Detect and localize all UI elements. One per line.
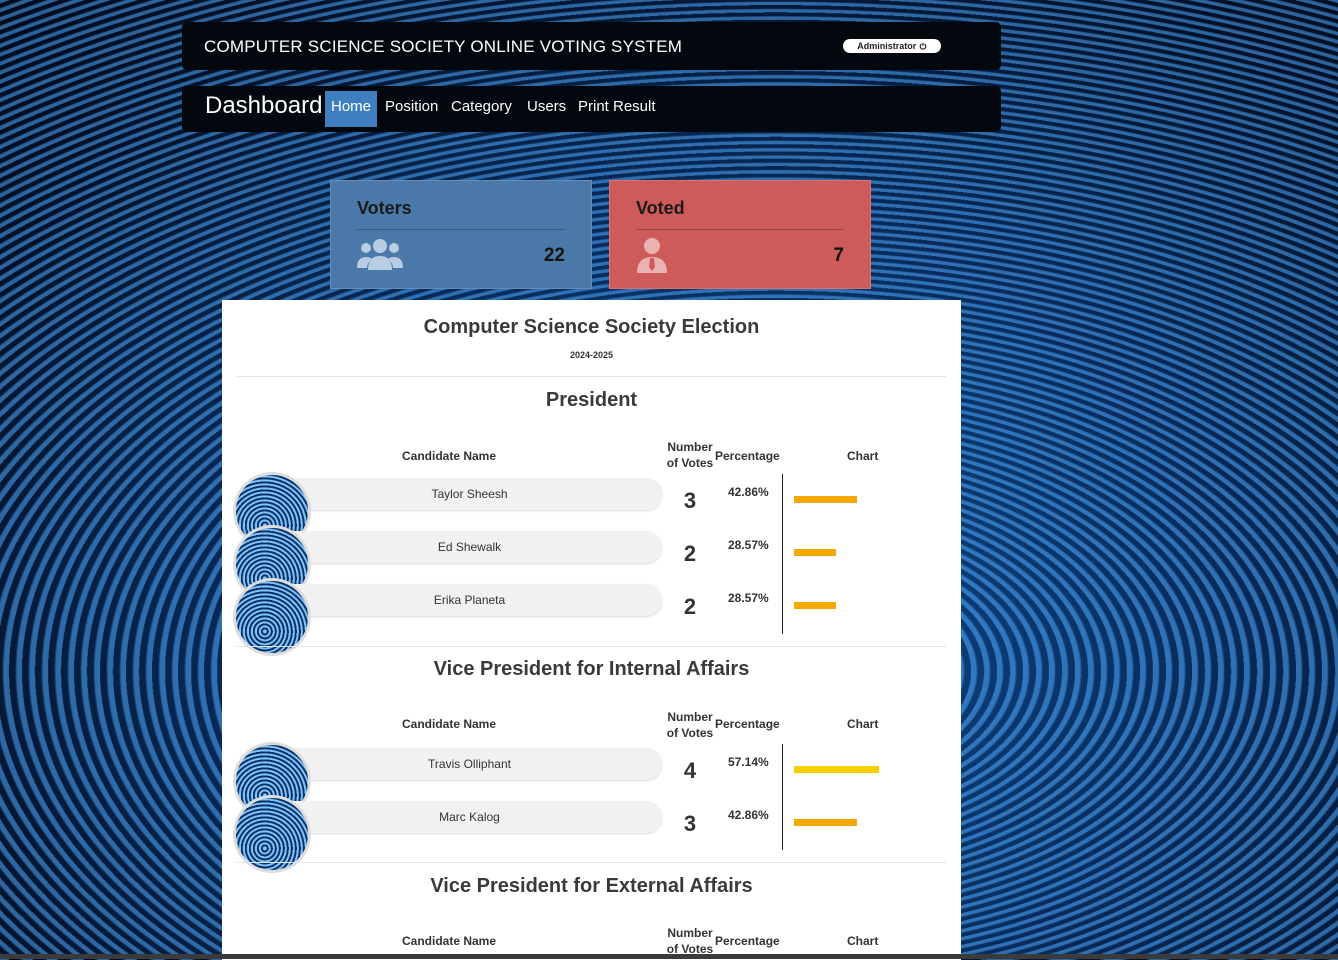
candidate-avatar [233, 578, 311, 656]
voters-count: 22 [543, 245, 565, 266]
voted-label: Voted [636, 198, 685, 218]
vote-count: 2 [683, 541, 697, 566]
column-percentage: Percentage [715, 934, 780, 948]
column-chart: Chart [847, 934, 879, 948]
candidate-row: Travis Olliphant 4 57.14% [222, 742, 961, 820]
voted-count: 7 [833, 245, 844, 266]
section-divider [237, 376, 946, 377]
nav-position[interactable]: Position [379, 91, 444, 127]
vote-bar [794, 496, 857, 503]
column-candidate: Candidate Name [402, 449, 497, 463]
position-title: Vice President for External Affairs [430, 875, 753, 897]
column-chart: Chart [847, 449, 879, 463]
vote-percentage: 28.57% [728, 538, 769, 552]
power-icon [919, 42, 927, 50]
vote-bar [794, 602, 836, 609]
column-votes: Number of Votes [666, 926, 714, 956]
position-title: President [545, 389, 638, 411]
user-tie-icon [637, 238, 667, 273]
section-divider [237, 646, 946, 647]
vote-count: 3 [683, 811, 697, 836]
voters-card: Voters 22 [330, 180, 592, 289]
vote-percentage: 28.57% [728, 591, 769, 605]
nav-category[interactable]: Category [445, 91, 518, 127]
voters-divider [357, 229, 565, 230]
voted-divider [636, 229, 844, 230]
voters-label: Voters [357, 198, 412, 218]
results-panel: Computer Science Society Election 2024-2… [222, 300, 961, 960]
vote-count: 2 [683, 594, 697, 619]
candidate-name: Taylor Sheesh [277, 478, 662, 510]
app-title: COMPUTER SCIENCE SOCIETY ONLINE VOTING S… [204, 37, 683, 56]
voted-card: Voted 7 [609, 180, 871, 289]
users-icon [357, 239, 403, 270]
vote-percentage: 57.14% [728, 755, 769, 769]
vote-percentage: 42.86% [728, 808, 769, 822]
column-candidate: Candidate Name [402, 717, 497, 731]
column-candidate: Candidate Name [402, 934, 497, 948]
election-year: 2024-2025 [569, 350, 614, 360]
position-title: Vice President for Internal Affairs [433, 658, 750, 680]
top-header: COMPUTER SCIENCE SOCIETY ONLINE VOTING S… [182, 22, 1001, 70]
election-title: Computer Science Society Election [423, 316, 760, 338]
column-chart: Chart [847, 717, 879, 731]
candidate-name: Ed Shewalk [277, 531, 662, 563]
nav-home[interactable]: Home [325, 91, 378, 127]
vote-percentage: 42.86% [728, 485, 769, 499]
nav-users[interactable]: Users [521, 91, 572, 127]
main-navbar: Dashboard Home Position Category Users P… [182, 86, 1001, 132]
column-percentage: Percentage [715, 717, 780, 731]
candidate-name: Erika Planeta [277, 584, 662, 616]
navbar-brand[interactable]: Dashboard [205, 92, 322, 120]
section-divider [237, 862, 946, 863]
candidate-name: Marc Kalog [277, 801, 662, 833]
column-votes: Number of Votes [666, 440, 714, 470]
vote-bar [794, 549, 836, 556]
horizontal-scrollbar[interactable] [0, 954, 1338, 959]
nav-print-result[interactable]: Print Result [572, 91, 662, 127]
vote-bar [794, 819, 857, 826]
administrator-label: Administrator [857, 41, 917, 51]
candidate-row: Ed Shewalk 2 28.57% [222, 525, 961, 603]
vote-count: 4 [683, 758, 697, 783]
candidate-row: Marc Kalog 3 42.86% [222, 795, 961, 873]
candidate-name: Travis Olliphant [277, 748, 662, 780]
column-percentage: Percentage [715, 449, 780, 463]
candidate-row: Erika Planeta 2 28.57% [222, 578, 961, 656]
column-votes: Number of Votes [666, 710, 714, 740]
candidate-row: Taylor Sheesh 3 42.86% [222, 472, 961, 550]
administrator-button[interactable]: Administrator [843, 39, 941, 53]
vote-bar [794, 766, 879, 773]
vote-count: 3 [683, 488, 697, 513]
